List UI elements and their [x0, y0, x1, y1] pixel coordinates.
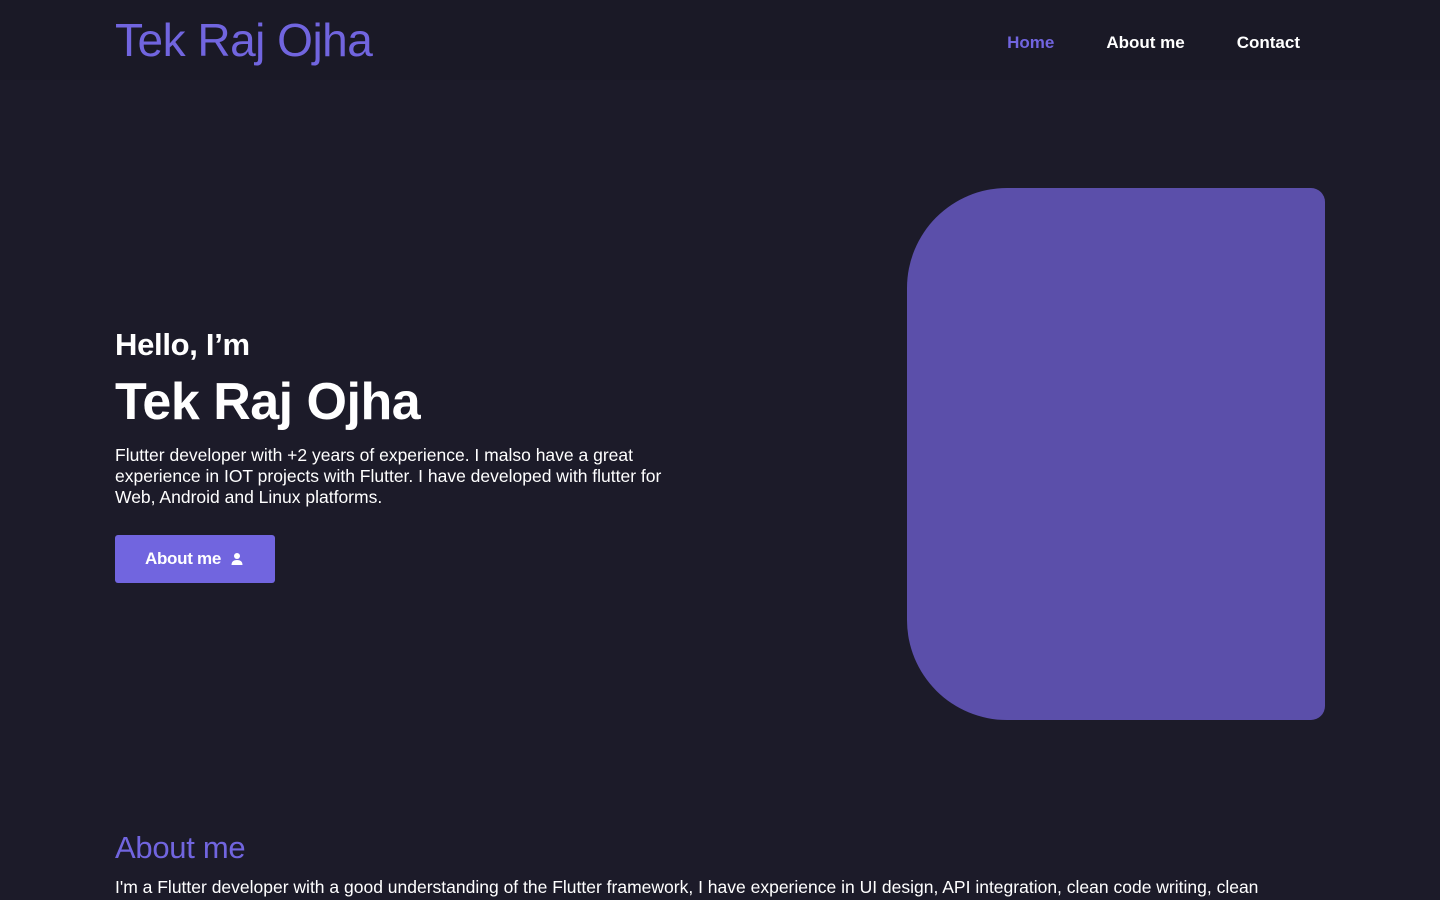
top-navigation-bar: Tek Raj Ojha Home About me Contact: [0, 0, 1440, 80]
hero-greeting: Hello, I’m: [115, 327, 250, 362]
nav-contact-link[interactable]: Contact: [1237, 30, 1300, 52]
main-navigation: Home About me Contact: [1007, 30, 1300, 52]
hero-introduction: Hello, I’m Tek Raj Ojha Flutter develope…: [115, 325, 695, 508]
site-brand[interactable]: Tek Raj Ojha: [115, 12, 373, 68]
person-icon: [229, 551, 245, 567]
nav-home-link[interactable]: Home: [1007, 30, 1054, 52]
hero-name: Tek Raj Ojha: [115, 373, 421, 431]
about-section-text: I'm a Flutter developer with a good unde…: [115, 877, 1259, 897]
about-section-title: About me: [115, 830, 246, 865]
nav-about-link[interactable]: About me: [1106, 30, 1184, 52]
about-section: About me I'm a Flutter developer with a …: [115, 828, 1325, 898]
about-me-button[interactable]: About me: [115, 535, 275, 583]
about-me-button-label: About me: [145, 549, 221, 568]
hero-image-placeholder: [907, 188, 1325, 720]
hero-description: Flutter developer with +2 years of exper…: [115, 445, 662, 507]
portfolio-page: Tek Raj Ojha Home About me Contact Hello…: [0, 0, 1440, 900]
